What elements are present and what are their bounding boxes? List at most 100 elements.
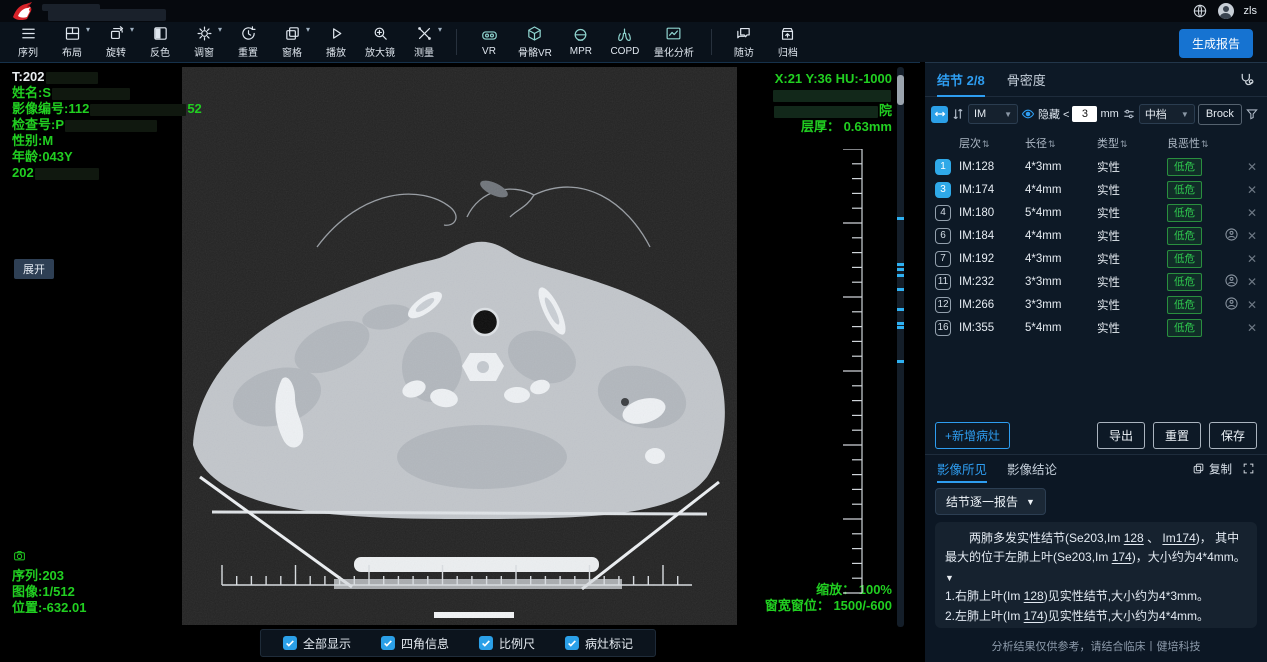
- link-toggle[interactable]: [931, 106, 948, 123]
- expand-corners-icon[interactable]: [1242, 462, 1255, 475]
- display-options-bar: 全部显示 四角信息 比例尺 病灶标记: [260, 629, 656, 657]
- toolbar-window-button[interactable]: ▾调窗: [182, 22, 226, 62]
- header-size[interactable]: 长径⇅: [1025, 135, 1097, 151]
- scrollbar-thumb[interactable]: [897, 75, 904, 105]
- display-option-checkbox[interactable]: 病灶标记: [565, 635, 633, 652]
- image-link[interactable]: 174: [1024, 609, 1044, 623]
- collapse-toggle-icon[interactable]: ▼: [945, 573, 954, 583]
- display-option-checkbox[interactable]: 四角信息: [381, 635, 449, 652]
- nodule-table: 1IM:1284*3mm实性低危✕3IM:1744*4mm实性低危✕4IM:18…: [925, 155, 1267, 343]
- risk-model-dropdown[interactable]: 中档▼: [1139, 104, 1195, 124]
- layer-sort-dropdown[interactable]: IM▼: [968, 104, 1018, 124]
- stethoscope-icon[interactable]: [1238, 71, 1255, 88]
- measure-icon: [416, 25, 433, 42]
- brock-button[interactable]: Brock: [1198, 104, 1242, 125]
- risk-badge: 低危: [1167, 296, 1202, 314]
- delete-nodule-button[interactable]: ✕: [1243, 206, 1261, 220]
- tab-imaging-conclusion[interactable]: 影像结论: [1007, 455, 1057, 483]
- table-row[interactable]: 4IM:1805*4mm实性低危✕: [925, 201, 1267, 224]
- delete-nodule-button[interactable]: ✕: [1243, 321, 1261, 335]
- generate-report-button[interactable]: 生成报告: [1179, 29, 1253, 58]
- add-lesion-button[interactable]: +新增病灶: [935, 422, 1010, 449]
- delete-nodule-button[interactable]: ✕: [1243, 252, 1261, 266]
- export-button[interactable]: 导出: [1097, 422, 1145, 449]
- sort-icon[interactable]: [951, 107, 965, 121]
- report-text[interactable]: 两肺多发实性结节(Se203,Im 128 、 Im174)， 其中最大的位于左…: [935, 522, 1257, 628]
- save-button[interactable]: 保存: [1209, 422, 1257, 449]
- header-risk[interactable]: 良恶性⇅: [1167, 135, 1225, 151]
- tab-bone-density[interactable]: 骨密度: [1007, 63, 1046, 97]
- toolbar-archive-button[interactable]: 归档: [766, 22, 810, 62]
- toolbar-quant-button[interactable]: 量化分析: [647, 22, 701, 62]
- sliders-icon[interactable]: [1122, 107, 1136, 121]
- delete-nodule-button[interactable]: ✕: [1243, 229, 1261, 243]
- image-link[interactable]: Im174: [1162, 531, 1195, 545]
- redaction-block: [773, 90, 891, 102]
- table-row[interactable]: 12IM:2663*3mm实性低危✕: [925, 293, 1267, 316]
- user-avatar[interactable]: [1218, 3, 1234, 19]
- patient-info-text: T:202: [12, 69, 45, 84]
- header-type[interactable]: 类型⇅: [1097, 135, 1167, 151]
- delete-nodule-button[interactable]: ✕: [1243, 183, 1261, 197]
- pane-icon: [284, 25, 301, 42]
- table-row[interactable]: 16IM:3555*4mm实性低危✕: [925, 316, 1267, 339]
- toolbar-rotate-label: 旋转: [106, 44, 126, 59]
- delete-nodule-button[interactable]: ✕: [1243, 160, 1261, 174]
- image-link[interactable]: 128: [1024, 589, 1044, 603]
- sync-arrows-icon: [934, 108, 946, 120]
- toolbar-rotate-button[interactable]: ▾旋转: [94, 22, 138, 62]
- report-text-segment: 2.左肺上叶(Im: [945, 609, 1024, 623]
- nodule-number-badge: 16: [935, 320, 951, 336]
- redacted-app-subtitle: [48, 9, 166, 21]
- toolbar-measure-button[interactable]: ▾测量: [402, 22, 446, 62]
- copy-button[interactable]: 复制: [1192, 461, 1232, 477]
- checkbox-label: 全部显示: [303, 635, 351, 652]
- invert-icon: [152, 25, 169, 42]
- toolbar-invert-button[interactable]: 反色: [138, 22, 182, 62]
- globe-icon[interactable]: [1192, 3, 1208, 19]
- toolbar-sequence-button[interactable]: 序列: [6, 22, 50, 62]
- toolbar-vr-button[interactable]: VR: [467, 22, 511, 62]
- toolbar-bone-vr-button[interactable]: 骨骼VR: [511, 22, 559, 62]
- table-row[interactable]: 7IM:1924*3mm实性低危✕: [925, 247, 1267, 270]
- toolbar-pane-button[interactable]: ▾窗格: [270, 22, 314, 62]
- tab-imaging-findings[interactable]: 影像所见: [937, 455, 987, 483]
- table-row[interactable]: 6IM:1844*4mm实性低危✕: [925, 224, 1267, 247]
- risk-badge: 低危: [1167, 273, 1202, 291]
- expand-button[interactable]: 展开: [14, 259, 54, 279]
- ct-viewport[interactable]: T:202姓名:S影像编号:11252检查号:P性别:M年龄:043Y202 X…: [0, 62, 920, 662]
- ct-image[interactable]: [182, 67, 737, 625]
- delete-nodule-button[interactable]: ✕: [1243, 275, 1261, 289]
- table-row[interactable]: 1IM:1284*3mm实性低危✕: [925, 155, 1267, 178]
- tab-nodules[interactable]: 结节 2/8: [937, 63, 985, 97]
- toolbar-layout-button[interactable]: ▾布局: [50, 22, 94, 62]
- toolbar-copd-button[interactable]: COPD: [603, 22, 647, 62]
- report-line: 两肺多发实性结节(Se203,Im 128 、 Im174)， 其中最大的位于左…: [945, 529, 1247, 587]
- nodule-position-mark: [897, 274, 904, 277]
- camera-icon[interactable]: [12, 549, 27, 562]
- toolbar-magnifier-button[interactable]: 放大镜: [358, 22, 402, 62]
- patient-info-text: 影像编号:112: [12, 101, 89, 116]
- report-mode-value: 结节逐一报告: [946, 493, 1018, 510]
- image-link[interactable]: 174: [1112, 550, 1132, 564]
- reset-button[interactable]: 重置: [1153, 422, 1201, 449]
- toolbar-followup-button[interactable]: 随访: [722, 22, 766, 62]
- cell-size: 5*4mm: [1025, 207, 1097, 219]
- slice-scrollbar[interactable]: [897, 67, 904, 627]
- toolbar-play-button[interactable]: 播放: [314, 22, 358, 62]
- display-option-checkbox[interactable]: 全部显示: [283, 635, 351, 652]
- toolbar-mpr-button[interactable]: MPR: [559, 22, 603, 62]
- checkbox-checked-icon: [565, 636, 579, 650]
- table-row[interactable]: 11IM:2323*3mm实性低危✕: [925, 270, 1267, 293]
- image-link[interactable]: 128: [1124, 531, 1144, 545]
- filter-funnel-icon[interactable]: [1245, 107, 1259, 121]
- eye-icon[interactable]: [1021, 107, 1035, 121]
- header-layer[interactable]: 层次⇅: [959, 135, 1025, 151]
- table-row[interactable]: 3IM:1744*4mm实性低危✕: [925, 178, 1267, 201]
- delete-nodule-button[interactable]: ✕: [1243, 298, 1261, 312]
- hide-threshold-input[interactable]: [1072, 106, 1097, 122]
- toolbar-reset-button[interactable]: 重置: [226, 22, 270, 62]
- main-toolbar: 序列▾布局▾旋转反色▾调窗重置▾窗格播放放大镜▾测量 VR骨骼VRMPRCOPD量…: [0, 22, 1267, 62]
- report-mode-dropdown[interactable]: 结节逐一报告 ▼: [935, 488, 1046, 515]
- display-option-checkbox[interactable]: 比例尺: [479, 635, 535, 652]
